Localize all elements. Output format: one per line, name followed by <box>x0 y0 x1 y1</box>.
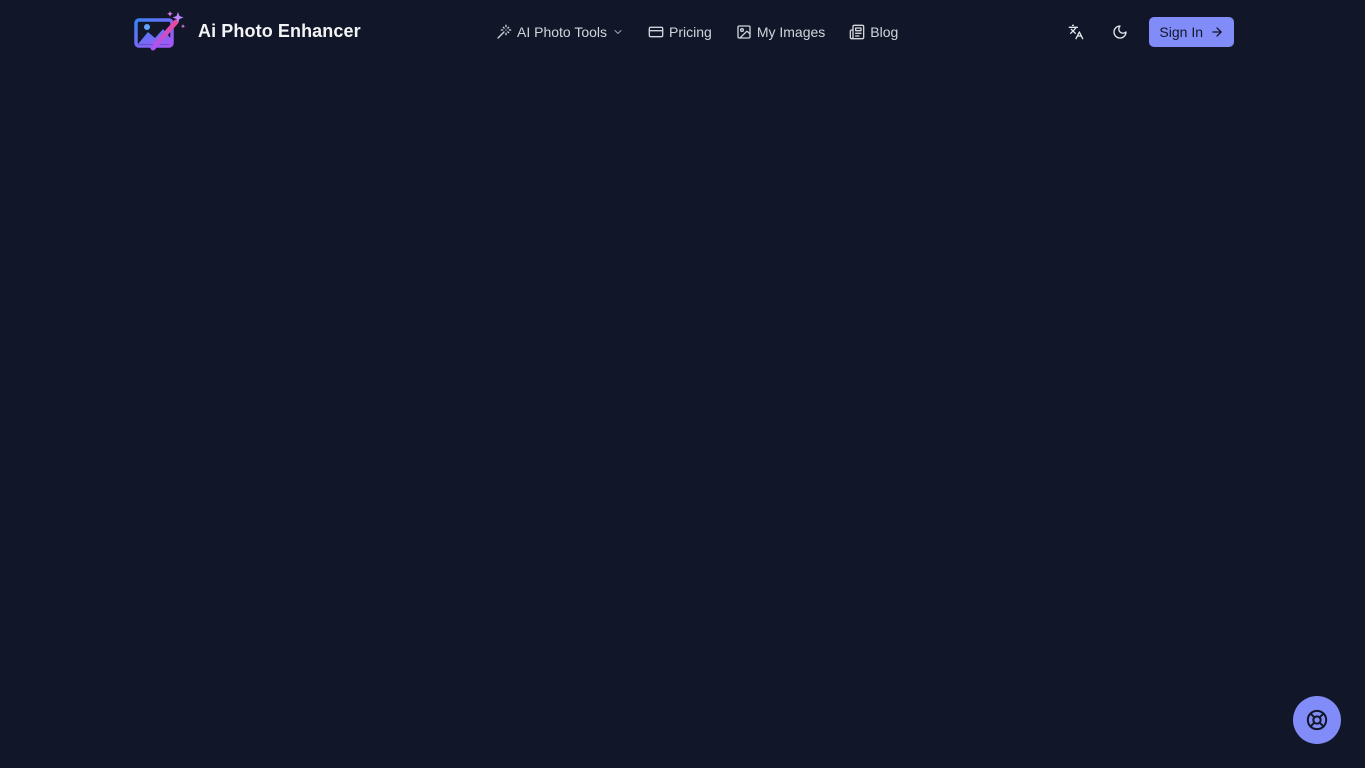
top-navbar: Ai Photo Enhancer AI Photo Tools Pricing <box>0 0 1365 64</box>
help-support-button[interactable] <box>1293 696 1341 744</box>
header-actions: Sign In <box>1061 17 1234 47</box>
nav-item-blog[interactable]: Blog <box>849 24 898 40</box>
language-button[interactable] <box>1061 17 1091 47</box>
sign-in-button[interactable]: Sign In <box>1149 17 1234 47</box>
main-nav: AI Photo Tools Pricing My Images Blog <box>496 20 898 44</box>
image-icon <box>737 25 751 39</box>
theme-toggle-button[interactable] <box>1105 17 1135 47</box>
translate-icon <box>1069 24 1084 40</box>
magic-wand-icon <box>497 24 512 39</box>
moon-icon <box>1113 25 1128 39</box>
nav-label: AI Photo Tools <box>517 24 608 40</box>
photo-magic-wand-logo <box>134 11 186 51</box>
brand-name: Ai Photo Enhancer <box>198 20 361 41</box>
nav-label: Pricing <box>669 24 712 40</box>
nav-item-ai-photo-tools[interactable]: AI Photo Tools <box>496 24 624 40</box>
nav-item-pricing[interactable]: Pricing <box>648 24 712 40</box>
lifebuoy-icon <box>1306 709 1328 731</box>
chevron-down-icon <box>614 30 622 34</box>
arrow-right-icon <box>1212 27 1222 37</box>
page: Ai Photo Enhancer AI Photo Tools Pricing <box>0 0 1365 768</box>
newspaper-icon <box>849 24 865 40</box>
credit-card-icon <box>648 26 664 38</box>
nav-label: Blog <box>870 24 899 40</box>
brand-logo-link[interactable]: Ai Photo Enhancer <box>134 10 361 52</box>
nav-item-my-images[interactable]: My Images <box>736 24 825 40</box>
sign-in-label: Sign In <box>1159 24 1203 40</box>
nav-label: My Images <box>756 24 826 40</box>
